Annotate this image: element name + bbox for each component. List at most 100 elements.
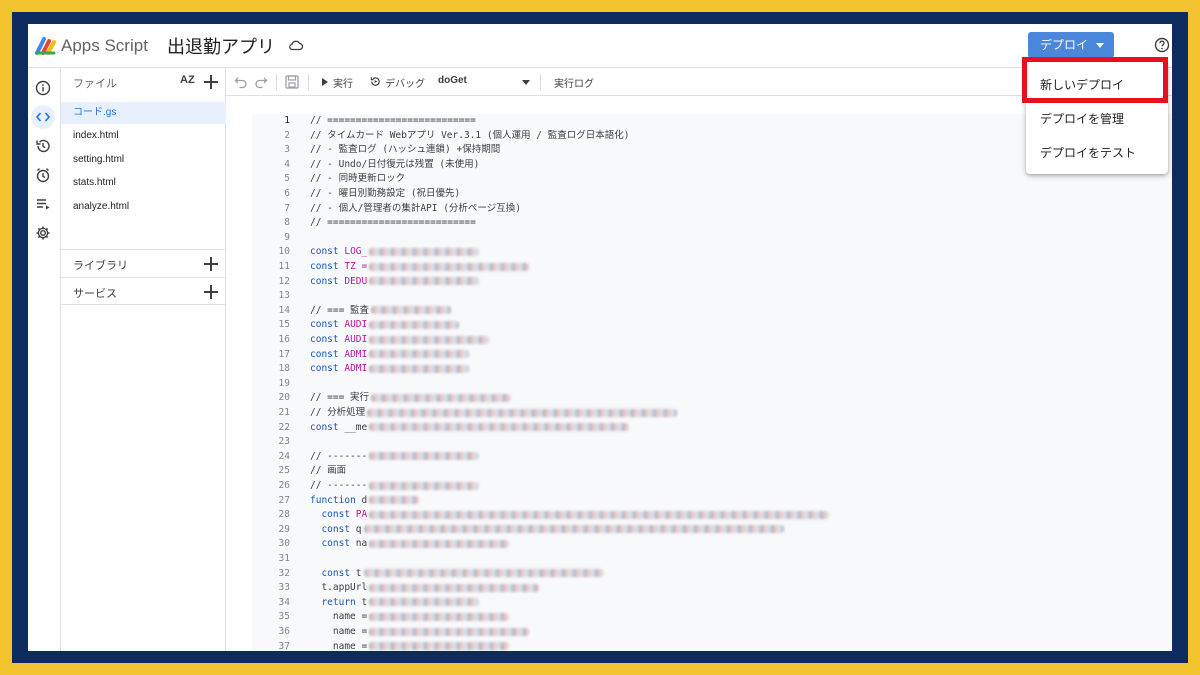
code-line[interactable]: 14 // === 監査: [252, 304, 1172, 319]
function-select[interactable]: doGet: [438, 68, 534, 96]
alarm-icon[interactable]: [31, 163, 55, 187]
code-line[interactable]: 18 const ADMI: [252, 362, 1172, 377]
line-number: 37: [278, 640, 290, 651]
run-button[interactable]: 実行: [322, 68, 362, 96]
deploy-button[interactable]: デプロイ: [1028, 32, 1114, 58]
execution-log-button[interactable]: 実行ログ: [554, 75, 594, 90]
add-file-icon[interactable]: [204, 75, 218, 89]
file-item[interactable]: index.html: [61, 125, 226, 147]
debug-icon: [370, 77, 380, 86]
code-line[interactable]: 21 // 分析処理: [252, 406, 1172, 421]
history-icon[interactable]: [31, 134, 55, 158]
line-number: 32: [278, 567, 290, 579]
apps-script-logo-icon[interactable]: [34, 35, 58, 57]
code-line[interactable]: 5 // - 同時更新ロック: [252, 172, 1172, 187]
line-number: 13: [278, 290, 290, 302]
redacted-code: [369, 247, 480, 256]
code-line[interactable]: 37 name =: [252, 640, 1172, 651]
code-line[interactable]: 33 t.appUrl: [252, 581, 1172, 596]
code-plain: // - 同時更新ロック: [310, 173, 406, 185]
add-library-icon[interactable]: [204, 257, 218, 271]
code-line[interactable]: 11 const TZ =: [252, 260, 1172, 275]
code-identifier: ADMI: [344, 348, 368, 360]
code-identifier: DEDU: [344, 275, 368, 287]
line-number: 27: [278, 494, 290, 506]
code-plain: na: [355, 538, 368, 550]
project-title[interactable]: 出退勤アプリ: [167, 33, 275, 59]
code-line[interactable]: 15 const AUDI: [252, 318, 1172, 333]
code-line[interactable]: 28 const PA: [252, 508, 1172, 523]
code-plain: // - 曜日別勤務設定 (祝日優先): [310, 188, 461, 199]
code-plain: // === 実行: [310, 392, 370, 404]
code-line[interactable]: 17 const ADMI: [252, 348, 1172, 363]
code-line[interactable]: 8 // ==========================: [252, 216, 1172, 231]
code-text: t.appUrl: [310, 581, 540, 596]
function-select-value: doGet: [438, 75, 467, 86]
line-number: 20: [278, 392, 290, 404]
add-service-icon[interactable]: [204, 285, 218, 299]
code-line[interactable]: 29 const q: [252, 523, 1172, 538]
code-line[interactable]: 31: [252, 552, 1172, 567]
code-line[interactable]: 27 function d: [252, 494, 1172, 509]
code-editor[interactable]: 1 // ========================== 2 // タイムカード…: [226, 96, 1172, 651]
code-text: return t: [310, 596, 480, 611]
file-item[interactable]: setting.html: [61, 149, 226, 171]
file-item[interactable]: analyze.html: [61, 196, 226, 218]
libraries-section[interactable]: ライブラリ: [61, 249, 226, 277]
code-line[interactable]: 19: [252, 377, 1172, 392]
code-line[interactable]: 10 const LOG_: [252, 245, 1172, 260]
code-text: // タイムカード Webアプリ Ver.3.1 (個人運用 / 監査ログ日本語…: [310, 129, 629, 144]
help-icon[interactable]: [1154, 37, 1170, 53]
code-keyword: const: [310, 334, 339, 345]
debug-button[interactable]: デバッグ: [370, 68, 432, 96]
redacted-code: [369, 452, 480, 461]
code-plain: t.appUrl: [310, 582, 368, 594]
code-keyword: const: [310, 567, 351, 579]
code-line[interactable]: 7 // - 個人/管理者の集計API (分析ページ互換): [252, 202, 1172, 217]
executions-icon[interactable]: [31, 192, 55, 216]
code-line[interactable]: 35 name =: [252, 610, 1172, 625]
highlight-annotation: [1022, 57, 1168, 103]
line-number: 21: [278, 407, 290, 418]
code-line[interactable]: 25 // 画面: [252, 464, 1172, 479]
services-section[interactable]: サービス: [61, 277, 226, 305]
file-item[interactable]: コード.gs: [61, 102, 226, 124]
file-item[interactable]: stats.html: [61, 172, 226, 194]
menu-item-manage-deployments[interactable]: デプロイを管理: [1026, 102, 1168, 136]
line-number: 29: [278, 523, 290, 535]
code-line[interactable]: 22 const __me: [252, 421, 1172, 436]
save-icon[interactable]: [284, 74, 300, 90]
undo-icon[interactable]: [234, 75, 248, 89]
code-line[interactable]: 9: [252, 231, 1172, 246]
code-plain: // 画面: [310, 465, 347, 477]
code-line[interactable]: 12 const DEDU: [252, 275, 1172, 290]
redacted-code: [371, 306, 452, 315]
code-line[interactable]: 13: [252, 289, 1172, 304]
code-line[interactable]: 30 const na: [252, 537, 1172, 552]
code-line[interactable]: 16 const AUDI: [252, 333, 1172, 348]
sort-az-icon[interactable]: AZ: [180, 74, 195, 86]
redo-icon[interactable]: [254, 75, 268, 89]
code-line[interactable]: 36 name =: [252, 625, 1172, 640]
services-label: サービス: [73, 287, 117, 300]
code-line[interactable]: 23: [252, 435, 1172, 450]
line-number: 19: [278, 377, 290, 389]
line-number: 10: [278, 246, 290, 258]
code-line[interactable]: 34 return t: [252, 596, 1172, 611]
code-area[interactable]: 1 // ========================== 2 // タイムカード…: [252, 114, 1172, 651]
menu-item-test-deployments[interactable]: デプロイをテスト: [1026, 136, 1168, 170]
line-number: 17: [278, 348, 290, 360]
code-line[interactable]: 20 // === 実行: [252, 391, 1172, 406]
line-number: 11: [278, 261, 290, 272]
file-panel: ファイル AZ コード.gs index.html setting.html stat…: [61, 68, 226, 651]
code-line[interactable]: 6 // - 曜日別勤務設定 (祝日優先): [252, 187, 1172, 202]
code-keyword: const: [310, 523, 351, 535]
info-icon[interactable]: [31, 76, 55, 100]
code-line[interactable]: 24 // -------: [252, 450, 1172, 465]
code-line[interactable]: 26 // -------: [252, 479, 1172, 494]
line-number: 26: [278, 480, 290, 491]
code-plain: __me: [344, 421, 368, 433]
code-line[interactable]: 32 const t: [252, 567, 1172, 582]
settings-icon[interactable]: [31, 221, 55, 245]
code-icon[interactable]: [31, 105, 55, 129]
